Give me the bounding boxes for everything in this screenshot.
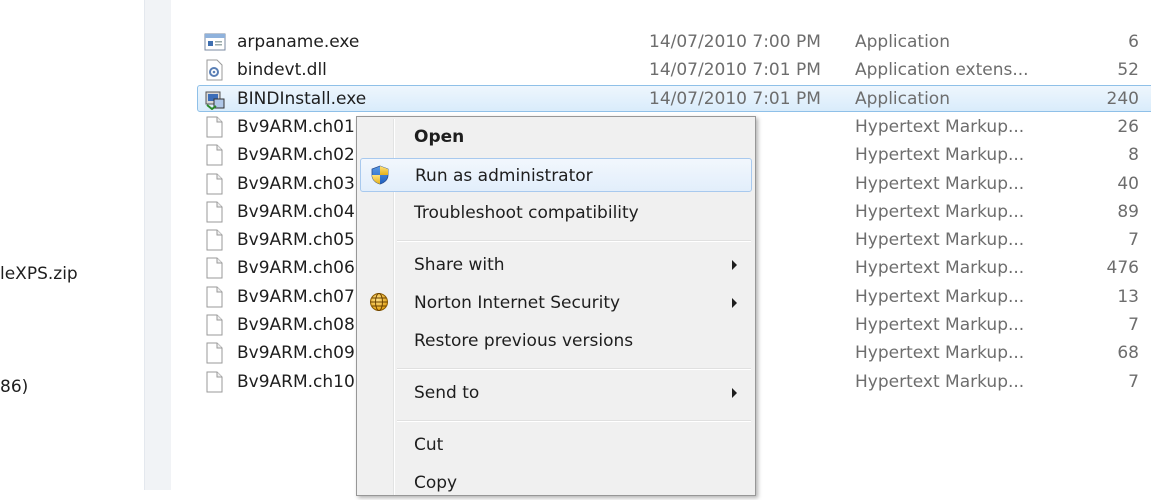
menu-item-label: Troubleshoot compatibility: [414, 203, 639, 223]
file-size: 476: [1106, 258, 1139, 279]
menu-item-cut[interactable]: Cut: [360, 428, 752, 462]
file-size: 13: [1117, 286, 1139, 307]
file-type: Hypertext Markup...: [855, 315, 1025, 335]
file-type: Hypertext Markup...: [855, 343, 1025, 364]
file-size: 240: [1106, 88, 1139, 109]
nav-item-x86[interactable]: 86): [0, 377, 28, 397]
file-type: Hypertext Markup...: [855, 116, 1025, 137]
menu-item-label: Share with: [414, 255, 505, 275]
file-name: Bv9ARM.ch10: [237, 371, 355, 392]
file-row[interactable]: BINDInstall.exe 14/07/2010 7:01 PM Applica…: [171, 84, 1151, 113]
file-type: Hypertext Markup...: [855, 145, 1025, 166]
file-type: Application: [855, 88, 950, 109]
file-size: 7: [1128, 230, 1139, 251]
file-size: 6: [1128, 32, 1139, 52]
file-name: Bv9ARM.ch07: [237, 286, 355, 307]
file-type: Hypertext Markup...: [855, 258, 1025, 279]
file-type: Hypertext Markup...: [855, 201, 1025, 222]
menu-item-restore-previous-versions[interactable]: Restore previous versions: [360, 324, 752, 358]
file-row[interactable]: arpaname.exe 14/07/2010 7:00 PM Applicatio…: [171, 28, 1151, 56]
norton-globe-icon: [369, 292, 389, 312]
file-type: Application: [855, 32, 950, 52]
document-icon: [204, 342, 224, 364]
document-icon: [204, 229, 224, 251]
file-name: Bv9ARM.ch04: [237, 201, 355, 222]
uac-shield-icon: [370, 165, 390, 185]
file-size: 40: [1117, 173, 1139, 194]
file-type: Hypertext Markup...: [855, 173, 1025, 194]
file-name: arpaname.exe: [237, 32, 360, 52]
pane-splitter[interactable]: [144, 0, 171, 490]
file-size: 7: [1128, 371, 1139, 392]
file-type: Hypertext Markup...: [855, 230, 1025, 251]
file-type: Application extens...: [855, 60, 1029, 81]
document-icon: [204, 173, 224, 195]
document-icon: [204, 201, 224, 223]
menu-separator: [397, 240, 751, 242]
file-date-modified: 14/07/2010 7:01 PM: [649, 88, 821, 109]
menu-item-run-as-administrator[interactable]: Run as administrator: [360, 158, 752, 192]
menu-item-copy[interactable]: Copy: [360, 466, 752, 500]
menu-item-open[interactable]: Open: [360, 120, 752, 154]
dll-gear-icon: [204, 59, 224, 81]
menu-item-label: Run as administrator: [415, 166, 593, 186]
file-type: Hypertext Markup...: [855, 371, 1025, 392]
menu-item-label: Send to: [414, 383, 480, 403]
file-type: Hypertext Markup...: [855, 286, 1025, 307]
document-icon: [204, 371, 224, 393]
menu-item-label: Copy: [414, 473, 458, 493]
installer-icon: [204, 88, 225, 110]
menu-item-label: Open: [414, 127, 465, 147]
submenu-arrow-icon: [732, 388, 737, 398]
file-size: 7: [1128, 315, 1139, 335]
menu-item-send-to[interactable]: Send to: [360, 376, 752, 410]
file-date-modified: 14/07/2010 7:01 PM: [649, 60, 821, 81]
file-name: Bv9ARM.ch08: [237, 315, 355, 335]
file-row[interactable]: bindevt.dll 14/07/2010 7:01 PM Application…: [171, 56, 1151, 84]
menu-item-share-with[interactable]: Share with: [360, 248, 752, 282]
document-icon: [204, 286, 224, 308]
menu-separator: [397, 420, 751, 422]
file-name: Bv9ARM.ch01: [237, 116, 355, 137]
file-size: 8: [1128, 145, 1139, 166]
file-size: 68: [1117, 343, 1139, 364]
menu-item-troubleshoot-compatibility[interactable]: Troubleshoot compatibility: [360, 196, 752, 230]
file-name: Bv9ARM.ch03: [237, 173, 355, 194]
submenu-arrow-icon: [732, 298, 737, 308]
file-name: Bv9ARM.ch02: [237, 145, 355, 166]
menu-item-label: Restore previous versions: [414, 331, 634, 351]
document-icon: [204, 144, 224, 166]
file-size: 89: [1117, 201, 1139, 222]
document-icon: [204, 257, 224, 279]
file-size: 52: [1117, 60, 1139, 81]
exe-window-icon: [204, 31, 226, 53]
menu-item-norton-internet-security[interactable]: Norton Internet Security: [360, 286, 752, 320]
document-icon: [204, 314, 224, 336]
file-name: Bv9ARM.ch06: [237, 258, 355, 279]
file-name: bindevt.dll: [237, 60, 327, 81]
context-menu: Open Run as administrator Troubleshoot com…: [356, 116, 756, 496]
menu-separator: [397, 368, 751, 370]
file-name: BINDInstall.exe: [237, 88, 367, 109]
file-size: 26: [1117, 116, 1139, 137]
nav-item-xps-zip[interactable]: leXPS.zip: [0, 264, 78, 284]
file-date-modified: 14/07/2010 7:00 PM: [649, 32, 821, 52]
document-icon: [204, 116, 224, 138]
navigation-pane: leXPS.zip 86): [0, 0, 144, 490]
file-name: Bv9ARM.ch09: [237, 343, 355, 364]
menu-item-label: Cut: [414, 435, 444, 455]
file-name: Bv9ARM.ch05: [237, 230, 355, 251]
menu-item-label: Norton Internet Security: [414, 293, 621, 313]
submenu-arrow-icon: [732, 260, 737, 270]
